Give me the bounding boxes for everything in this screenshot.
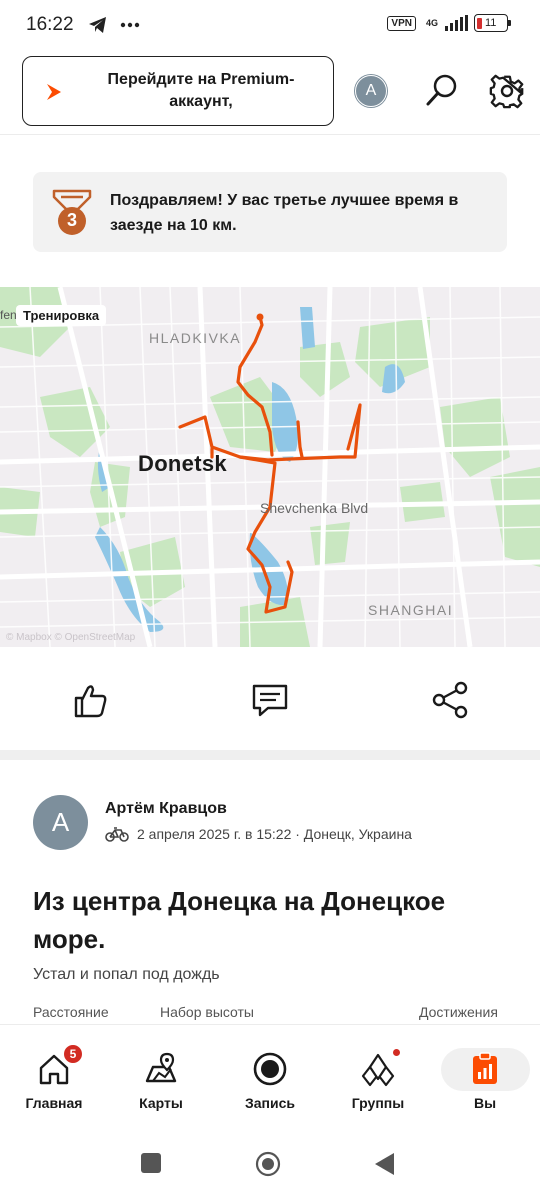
map-city-label: Donetsk <box>138 451 227 476</box>
nav-label: Запись <box>244 1095 295 1111</box>
nav-home[interactable]: 5 Главная <box>6 1025 102 1121</box>
map-street-label: Shevchenka Blvd <box>260 500 369 516</box>
premium-banner[interactable]: Перейдите на Premium-аккаунт, <box>22 56 334 126</box>
battery-level: 11 <box>485 17 497 29</box>
athlete-avatar[interactable]: A <box>33 795 88 850</box>
share-icon[interactable] <box>430 680 470 720</box>
map-icon <box>145 1052 177 1083</box>
groups-icon <box>361 1053 395 1087</box>
signal-icon <box>445 15 468 31</box>
map-background <box>0 287 540 647</box>
athlete-name[interactable]: Артём Кравцов <box>105 800 227 818</box>
nav-label: Вы <box>473 1095 497 1111</box>
bike-icon <box>105 827 129 842</box>
bottom-navigation: 5 Главная Карты Запись Группы Вы <box>0 1024 540 1120</box>
achievement-text: Поздравляем! У вас третье лучшее время в… <box>110 192 459 234</box>
route-start-marker <box>256 313 264 321</box>
system-navigation <box>0 1128 540 1200</box>
notification-badge: 5 <box>62 1043 84 1065</box>
map-district-label: HLADKIVKA <box>149 330 242 346</box>
battery-fill <box>477 17 482 29</box>
activity-actions <box>0 680 540 726</box>
activity-meta: 2 апреля 2025 г. в 15:22 · Донецк, Украи… <box>105 826 412 842</box>
search-icon[interactable] <box>424 72 460 108</box>
network-label: 4G <box>425 17 438 28</box>
nav-you[interactable]: Вы <box>437 1025 533 1121</box>
battery-indicator: 11 <box>474 14 511 32</box>
recent-apps-icon[interactable] <box>140 1152 162 1174</box>
medal-rank: 3 <box>66 210 77 230</box>
activity-title[interactable]: Из центра Донецка на Донецкое море. <box>33 882 513 958</box>
record-icon <box>253 1052 287 1086</box>
chevron-right-icon <box>47 84 61 100</box>
activity-description: Устал и попал под дождь <box>33 966 220 983</box>
telegram-icon <box>88 17 106 33</box>
map-district-label: SHANGHAI <box>368 602 454 618</box>
nav-maps[interactable]: Карты <box>113 1025 209 1121</box>
nav-groups[interactable]: Группы <box>330 1025 426 1121</box>
map-tag-stub: fen <box>0 308 17 322</box>
status-bar: 16:22 VPN 4G 11 <box>0 0 540 50</box>
stat-achievements-label: Достижения <box>419 1004 498 1020</box>
achievement-card[interactable]: 3 Поздравляем! У вас третье лучшее время… <box>33 172 507 252</box>
home-button-icon[interactable] <box>255 1151 281 1177</box>
more-icon <box>120 22 139 28</box>
map-attribution: © Mapbox © OpenStreetMap <box>6 632 136 643</box>
premium-banner-text: Перейдите на Premium-аккаунт, <box>107 71 295 110</box>
you-icon <box>473 1052 497 1084</box>
feed-separator <box>0 750 540 760</box>
vpn-badge: VPN <box>387 15 416 31</box>
nav-label: Карты <box>139 1095 183 1111</box>
profile-avatar[interactable]: A <box>355 75 387 107</box>
activity-map[interactable]: fen Тренировка HLADKIVKA Donetsk Shevche… <box>0 287 540 647</box>
stat-elevation-label: Набор высоты <box>160 1004 254 1020</box>
nav-label: Главная <box>25 1095 83 1111</box>
header-divider <box>0 134 540 135</box>
stat-distance-label: Расстояние <box>33 1004 109 1020</box>
gear-icon[interactable] <box>489 73 525 109</box>
nav-label: Группы <box>351 1095 405 1111</box>
comment-icon[interactable] <box>250 680 290 720</box>
groups-notification-dot <box>391 1047 402 1058</box>
back-icon[interactable] <box>374 1152 396 1176</box>
kudos-icon[interactable] <box>70 680 110 720</box>
activity-date-location: 2 апреля 2025 г. в 15:22 · Донецк, Украи… <box>137 826 412 842</box>
status-time: 16:22 <box>26 14 74 35</box>
nav-record[interactable]: Запись <box>222 1025 318 1121</box>
map-activity-tag: Тренировка <box>16 305 107 326</box>
top-header: Перейдите на Premium-аккаунт, A <box>0 56 540 128</box>
